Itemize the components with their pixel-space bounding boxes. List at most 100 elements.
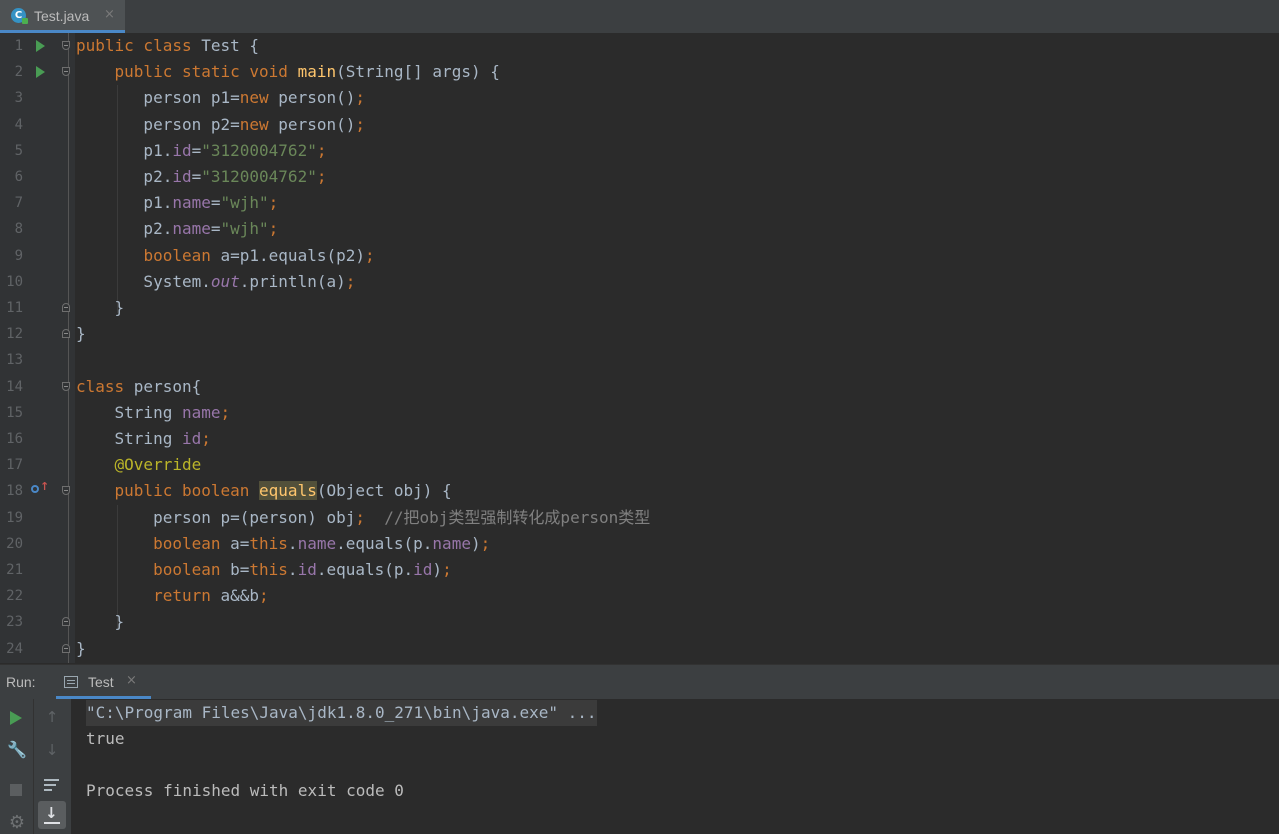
line-number: 9 <box>14 247 23 264</box>
code-token: a= <box>230 533 250 553</box>
code-line[interactable]: 9 boolean a=p1.equals(p2); <box>0 243 1279 269</box>
stop-icon[interactable] <box>10 784 22 796</box>
code-token: .equals(p. <box>336 533 433 553</box>
code-line[interactable]: 21 boolean b=this.id.equals(p.id); <box>0 557 1279 583</box>
scroll-to-end-icon[interactable]: ↓ <box>38 801 66 829</box>
code-text: String name; <box>76 400 231 426</box>
fold-marker-icon[interactable] <box>62 67 70 77</box>
code-token: a&&b <box>220 586 260 606</box>
code-token: ; <box>345 271 356 291</box>
code-token: b= <box>230 560 250 579</box>
line-number: 2 <box>14 64 23 81</box>
code-token: public static void <box>114 62 298 82</box>
fold-marker-icon[interactable] <box>62 643 70 653</box>
line-number: 3 <box>14 90 23 107</box>
rerun-icon[interactable] <box>10 711 22 725</box>
code-text: return a&&b; <box>76 583 269 609</box>
code-token: new <box>239 114 279 134</box>
run-gutter-icon[interactable] <box>36 66 45 79</box>
code-token: boolean <box>153 560 231 579</box>
code-token: String <box>76 429 182 448</box>
line-number: 7 <box>14 195 23 212</box>
code-text: boolean a=this.name.equals(p.name); <box>76 531 490 557</box>
code-token: ; <box>316 167 327 186</box>
code-token: ) <box>432 560 443 579</box>
code-line[interactable]: 22 return a&&b; <box>0 583 1279 609</box>
console-output-line: true <box>86 729 125 748</box>
soft-wrap-icon[interactable] <box>39 772 65 798</box>
run-gutter-icon[interactable] <box>36 40 45 52</box>
code-line[interactable]: 16 String id; <box>0 426 1279 452</box>
code-line[interactable]: 17 @Override <box>0 452 1279 478</box>
console-output[interactable]: "C:\Program Files\Java\jdk1.8.0_271\bin\… <box>71 699 1279 834</box>
code-line[interactable]: 8 p2.name="wjh"; <box>0 216 1279 242</box>
code-token: ; <box>316 140 327 160</box>
fold-marker-icon[interactable] <box>62 41 70 50</box>
code-token: person p=(person) obj <box>76 507 356 527</box>
code-line[interactable]: 3 person p1=new person(); <box>0 85 1279 111</box>
code-line[interactable]: 18 public boolean equals(Object obj) { <box>0 478 1279 504</box>
code-token: id <box>181 429 202 448</box>
fold-marker-icon[interactable] <box>62 303 70 312</box>
fold-marker-icon[interactable] <box>62 329 70 339</box>
run-tab-test[interactable]: Test × <box>56 665 151 699</box>
code-token: (Object obj) { <box>316 481 452 501</box>
code-line[interactable]: 4 person p2=new person(); <box>0 112 1279 138</box>
code-line[interactable]: 19 person p=(person) obj; //把obj类型强制转化成p… <box>0 505 1279 531</box>
code-line[interactable]: 24} <box>0 636 1279 662</box>
code-token: ; <box>268 219 279 239</box>
code-token: person{ <box>133 376 202 396</box>
code-line[interactable]: 2 public static void main(String[] args)… <box>0 59 1279 85</box>
close-tab-icon[interactable]: × <box>104 6 115 24</box>
code-token: .equals(p. <box>316 560 414 579</box>
fold-marker-icon[interactable] <box>62 381 70 391</box>
fold-marker-icon[interactable] <box>62 617 70 627</box>
code-line[interactable]: 14 class person{ <box>0 374 1279 400</box>
close-run-tab-icon[interactable]: × <box>126 672 137 690</box>
code-token: person() <box>278 88 356 108</box>
code-line[interactable]: 11 } <box>0 295 1279 321</box>
fold-marker-icon[interactable] <box>62 486 70 496</box>
code-token: ; <box>355 114 365 134</box>
code-text: boolean b=this.id.equals(p.id); <box>76 557 452 583</box>
scroll-up-icon[interactable]: ↑ <box>42 707 62 727</box>
code-line[interactable]: 1 public class Test { <box>0 33 1279 59</box>
code-token: equals <box>259 481 317 501</box>
code-text: boolean a=p1.equals(p2); <box>76 243 374 269</box>
override-method-icon[interactable] <box>31 481 49 494</box>
code-line[interactable]: 10 System.out.println(a); <box>0 269 1279 295</box>
wrench-icon[interactable]: 🔧 <box>7 740 27 760</box>
code-token: return <box>153 586 221 606</box>
code-line[interactable]: 12} <box>0 321 1279 347</box>
code-token: name <box>181 402 221 422</box>
code-line[interactable]: 5 p1.id="3120004762"; <box>0 138 1279 164</box>
code-line[interactable]: 23 } <box>0 609 1279 635</box>
settings-icon[interactable]: ⚙ <box>6 812 28 834</box>
code-line[interactable]: 7 p1.name="wjh"; <box>0 190 1279 216</box>
editor-tab-test-java[interactable]: C Test.java × <box>0 0 125 33</box>
code-line[interactable]: 13 <box>0 347 1279 373</box>
line-number: 15 <box>6 404 23 421</box>
code-token: "wjh" <box>220 219 269 239</box>
code-token: System. <box>76 271 211 291</box>
code-token: name <box>172 219 211 239</box>
code-token: } <box>76 298 125 317</box>
line-number: 10 <box>6 273 23 290</box>
code-token: person p1= <box>76 88 240 108</box>
code-line[interactable]: 15 String name; <box>0 400 1279 426</box>
code-line[interactable]: 20 boolean a=this.name.equals(p.name); <box>0 531 1279 557</box>
code-token: String <box>76 402 182 422</box>
code-token: name <box>172 193 211 213</box>
code-text: public boolean equals(Object obj) { <box>76 478 452 504</box>
code-token: = <box>210 219 221 239</box>
code-line[interactable]: 6 p2.id="3120004762"; <box>0 164 1279 190</box>
scroll-down-icon[interactable]: ↓ <box>42 740 62 760</box>
code-token: person p2= <box>76 114 240 134</box>
code-editor[interactable]: 1 public class Test {2 public static void… <box>0 33 1279 663</box>
